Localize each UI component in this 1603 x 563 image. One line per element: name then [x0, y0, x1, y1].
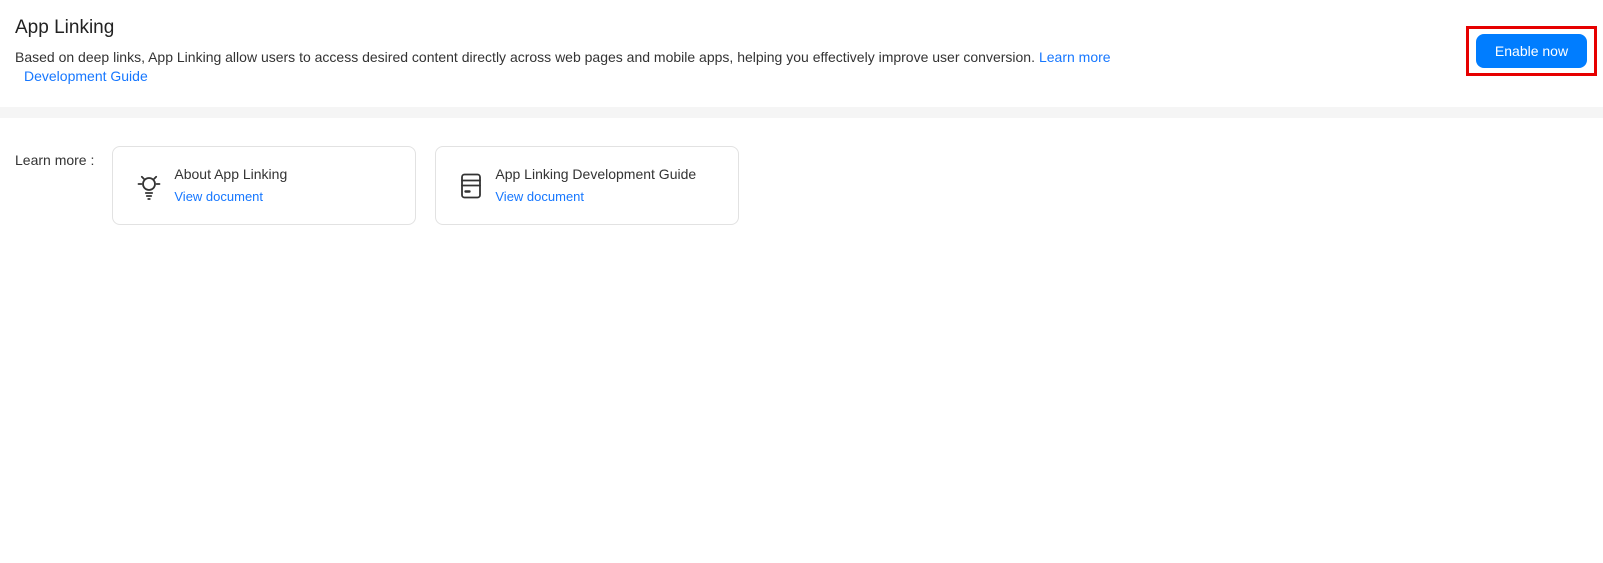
learn-more-link[interactable]: Learn more	[1039, 49, 1111, 65]
page-description: Based on deep links, App Linking allow u…	[15, 48, 1588, 67]
description-text: Based on deep links, App Linking allow u…	[15, 49, 1035, 65]
card-development-guide: App Linking Development Guide View docum…	[435, 146, 740, 225]
app-linking-page: App Linking Based on deep links, App Lin…	[0, 0, 1603, 563]
card-title: App Linking Development Guide	[495, 165, 697, 182]
view-document-link[interactable]: View document	[174, 189, 263, 204]
development-guide-line: Development Guide	[15, 67, 1588, 86]
card-body: App Linking Development Guide View docum…	[495, 166, 696, 206]
section-divider	[0, 107, 1603, 118]
page-header: App Linking Based on deep links, App Lin…	[0, 0, 1603, 107]
card-body: About App Linking View document	[174, 166, 287, 206]
learn-more-section: Learn more : About App Linking View docu…	[0, 118, 1603, 225]
document-icon	[459, 172, 483, 200]
page-title: App Linking	[15, 17, 115, 38]
development-guide-link[interactable]: Development Guide	[24, 68, 148, 84]
card-about-app-linking: About App Linking View document	[112, 146, 417, 225]
enable-now-button[interactable]: Enable now	[1476, 34, 1587, 68]
view-document-link[interactable]: View document	[495, 189, 584, 204]
annotation-highlight-box: Enable now	[1466, 26, 1597, 76]
lightbulb-icon	[136, 171, 162, 201]
card-title: About App Linking	[174, 165, 288, 182]
learn-more-label: Learn more :	[15, 152, 95, 168]
